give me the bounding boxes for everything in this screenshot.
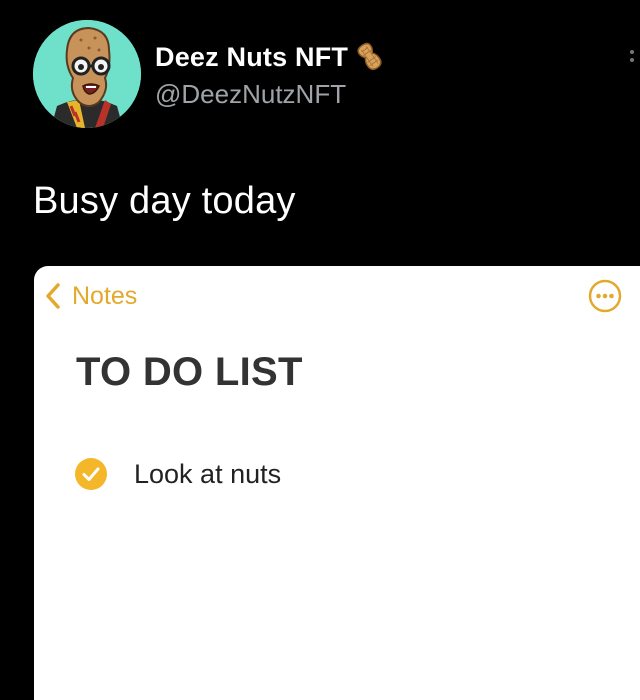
tweet-text: Busy day today xyxy=(33,180,296,222)
checkbox-checked-icon[interactable] xyxy=(74,457,108,491)
peanut-icon xyxy=(354,42,386,72)
checklist-item[interactable]: Look at nuts xyxy=(74,456,281,492)
more-vertical-icon[interactable] xyxy=(628,44,636,74)
attached-image-notes-screenshot[interactable]: Notes TO DO LIST Look at nuts xyxy=(34,266,640,700)
display-name[interactable]: Deez Nuts NFT xyxy=(155,42,348,73)
notes-back-label: Notes xyxy=(72,281,138,310)
chevron-left-icon xyxy=(46,283,60,309)
display-name-row: Deez Nuts NFT xyxy=(155,40,386,74)
note-title[interactable]: TO DO LIST xyxy=(76,350,303,395)
checklist-item-label[interactable]: Look at nuts xyxy=(134,459,281,490)
more-circle-icon[interactable] xyxy=(588,279,622,313)
screenshot: Deez Nuts NFT @DeezNutzNFT Busy day toda… xyxy=(0,0,640,700)
notes-back-button[interactable]: Notes xyxy=(44,280,137,312)
avatar[interactable] xyxy=(33,20,141,128)
handle[interactable]: @DeezNutzNFT xyxy=(155,79,346,110)
peanut-character-illustration xyxy=(33,20,141,128)
